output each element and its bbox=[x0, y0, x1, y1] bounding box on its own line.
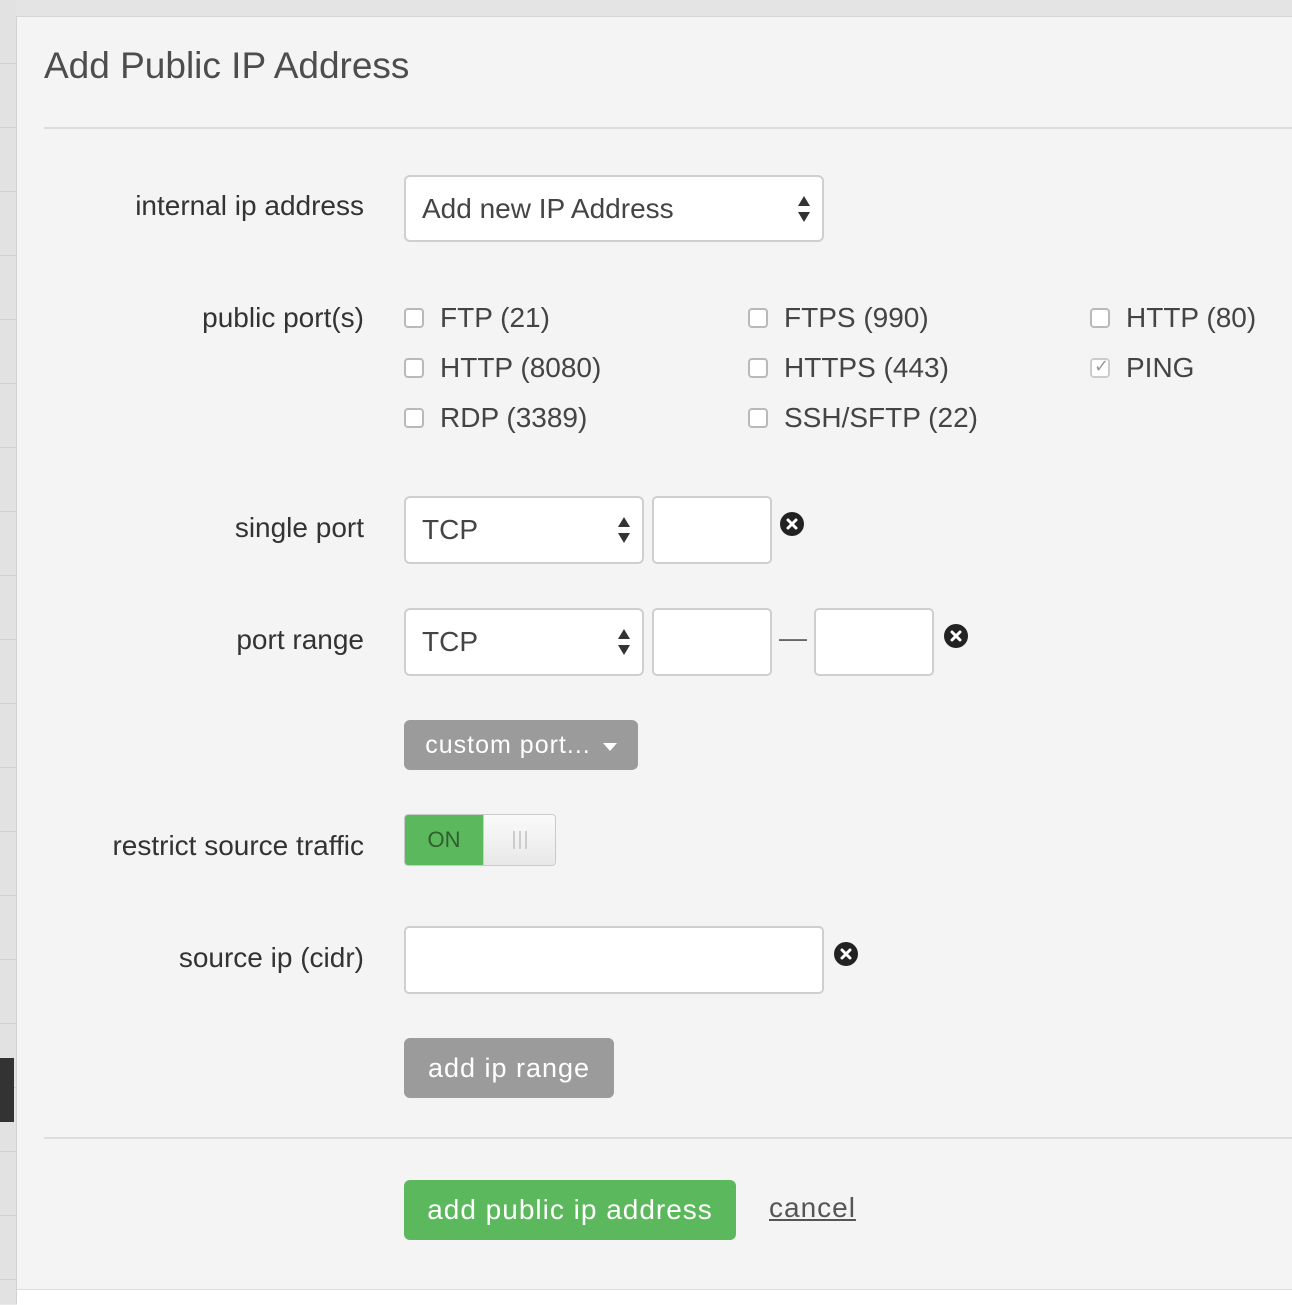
port-checkbox-http-8080[interactable]: HTTP (8080) bbox=[404, 352, 601, 384]
background-bottom-bar bbox=[17, 1289, 1292, 1305]
single-port-protocol-value: TCP bbox=[422, 514, 478, 545]
checkbox-box-checked[interactable]: ✓ bbox=[1090, 356, 1110, 378]
checkbox-box[interactable] bbox=[748, 308, 768, 328]
checkbox-box[interactable] bbox=[748, 358, 768, 378]
checkbox-box[interactable] bbox=[404, 408, 424, 428]
grip-icon bbox=[512, 831, 527, 849]
checkbox-box[interactable] bbox=[404, 308, 424, 328]
single-port-label: single port bbox=[234, 512, 364, 543]
single-port-input[interactable] bbox=[652, 496, 772, 564]
port-checkbox-label: RDP (3389) bbox=[440, 402, 588, 433]
port-checkbox-http-80[interactable]: HTTP (80) bbox=[1090, 302, 1256, 334]
port-range-protocol-value: TCP bbox=[422, 626, 478, 657]
select-arrows-icon bbox=[618, 517, 630, 543]
port-checkbox-ssh[interactable]: SSH/SFTP (22) bbox=[748, 402, 978, 434]
restrict-source-toggle[interactable]: ON bbox=[404, 814, 556, 866]
port-checkbox-ping[interactable]: ✓ PING bbox=[1090, 352, 1194, 384]
port-checkbox-label: HTTP (8080) bbox=[440, 352, 602, 383]
header-divider bbox=[44, 127, 1292, 129]
add-public-ip-button[interactable]: add public ip address bbox=[404, 1180, 736, 1240]
source-ip-input[interactable] bbox=[404, 926, 824, 994]
checkbox-box[interactable] bbox=[404, 358, 424, 378]
add-ip-range-label: add ip range bbox=[427, 1052, 591, 1083]
internal-ip-select[interactable]: Add new IP Address bbox=[404, 175, 824, 242]
checkbox-box[interactable] bbox=[748, 408, 768, 428]
port-range-to-input[interactable] bbox=[814, 608, 934, 676]
remove-single-port-icon[interactable] bbox=[780, 512, 804, 536]
select-arrows-icon bbox=[618, 629, 630, 655]
custom-port-label: custom port... bbox=[425, 730, 591, 759]
add-ip-range-button[interactable]: add ip range bbox=[404, 1038, 614, 1098]
port-checkbox-rdp[interactable]: RDP (3389) bbox=[404, 402, 587, 434]
port-checkbox-label: FTPS (990) bbox=[784, 302, 929, 333]
port-checkbox-label: FTP (21) bbox=[440, 302, 550, 333]
restrict-source-label: restrict source traffic bbox=[112, 830, 364, 861]
dialog-title: Add Public IP Address bbox=[44, 45, 410, 86]
add-public-ip-label: add public ip address bbox=[427, 1194, 713, 1225]
port-range-from-input[interactable] bbox=[652, 608, 772, 676]
internal-ip-label: internal ip address bbox=[135, 190, 364, 221]
port-range-label: port range bbox=[236, 624, 364, 655]
toggle-on-label: ON bbox=[405, 815, 483, 865]
port-checkbox-ftp[interactable]: FTP (21) bbox=[404, 302, 550, 334]
checkbox-box[interactable] bbox=[1090, 308, 1110, 328]
port-checkbox-label: HTTPS (443) bbox=[784, 352, 949, 383]
source-ip-label: source ip (cidr) bbox=[178, 942, 364, 973]
single-port-protocol-select[interactable]: TCP bbox=[404, 496, 644, 564]
port-checkbox-ftps[interactable]: FTPS (990) bbox=[748, 302, 929, 334]
port-checkbox-label: SSH/SFTP (22) bbox=[784, 402, 978, 433]
select-arrows-icon bbox=[798, 195, 810, 222]
caret-down-icon bbox=[602, 743, 617, 751]
remove-source-ip-icon[interactable] bbox=[834, 942, 858, 966]
port-range-separator: — bbox=[779, 622, 807, 653]
footer-divider bbox=[44, 1137, 1292, 1139]
checkmark-icon: ✓ bbox=[1094, 356, 1110, 376]
remove-port-range-icon[interactable] bbox=[944, 624, 968, 648]
custom-port-dropdown-button[interactable]: custom port... bbox=[404, 720, 638, 770]
background-top-bar bbox=[16, 0, 1292, 17]
cancel-link[interactable]: cancel bbox=[769, 1192, 856, 1224]
internal-ip-select-value: Add new IP Address bbox=[422, 192, 674, 224]
public-ports-label: public port(s) bbox=[202, 302, 364, 333]
port-checkbox-https[interactable]: HTTPS (443) bbox=[748, 352, 949, 384]
toggle-handle[interactable] bbox=[483, 815, 555, 865]
port-checkbox-label: PING bbox=[1126, 352, 1195, 383]
port-range-protocol-select[interactable]: TCP bbox=[404, 608, 644, 676]
background-dark-block bbox=[0, 1058, 14, 1122]
add-public-ip-dialog: Add Public IP Address internal ip addres… bbox=[17, 17, 1292, 1289]
port-checkbox-label: HTTP (80) bbox=[1126, 302, 1257, 333]
